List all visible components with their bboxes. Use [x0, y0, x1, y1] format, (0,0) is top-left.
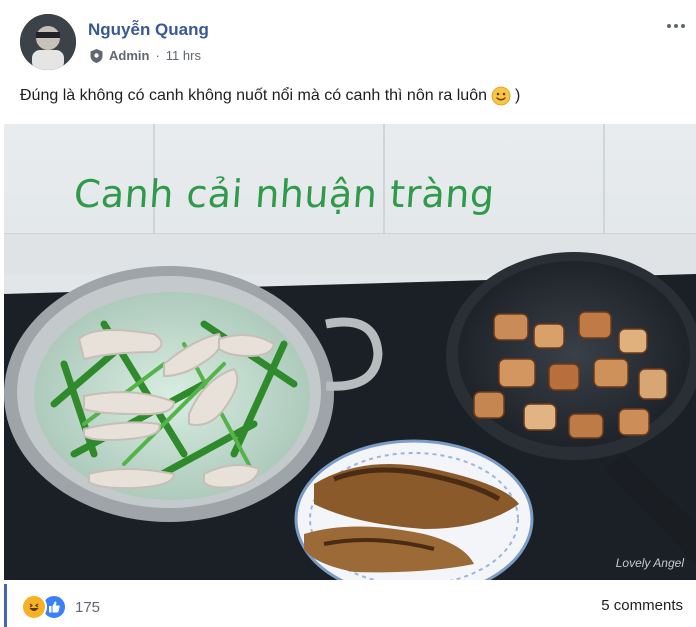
post-meta: Admin · 11 hrs — [90, 48, 201, 63]
author-name[interactable]: Nguyễn Quang — [88, 20, 209, 40]
photo-caption: Canh cải nhuận tràng — [72, 172, 497, 216]
post-text-body: Đúng là không có canh không nuốt nổi mà … — [20, 87, 487, 104]
comments-count-link[interactable]: 5 comments — [601, 597, 683, 614]
reactions-summary[interactable]: 175 — [21, 594, 100, 620]
meta-separator: · — [155, 48, 160, 63]
author-avatar[interactable] — [20, 14, 76, 70]
smile-emoji — [491, 86, 511, 106]
facebook-post: Nguyễn Quang Admin · 11 hrs Đúng là khôn… — [0, 0, 696, 627]
post-photo[interactable]: Canh cải nhuận tràng Lovely Angel — [4, 124, 696, 580]
author-role: Admin — [109, 48, 150, 63]
post-time[interactable]: 11 hrs — [166, 48, 201, 63]
more-options-icon[interactable] — [662, 16, 690, 36]
photo-watermark: Lovely Angel — [615, 556, 684, 570]
shield-icon — [90, 48, 103, 63]
haha-icon — [21, 594, 47, 620]
post-text-tail: ) — [515, 87, 521, 104]
post-text: Đúng là không có canh không nuốt nổi mà … — [20, 86, 520, 106]
reaction-count: 175 — [75, 598, 101, 616]
post-footer: 175 5 comments — [4, 584, 696, 627]
